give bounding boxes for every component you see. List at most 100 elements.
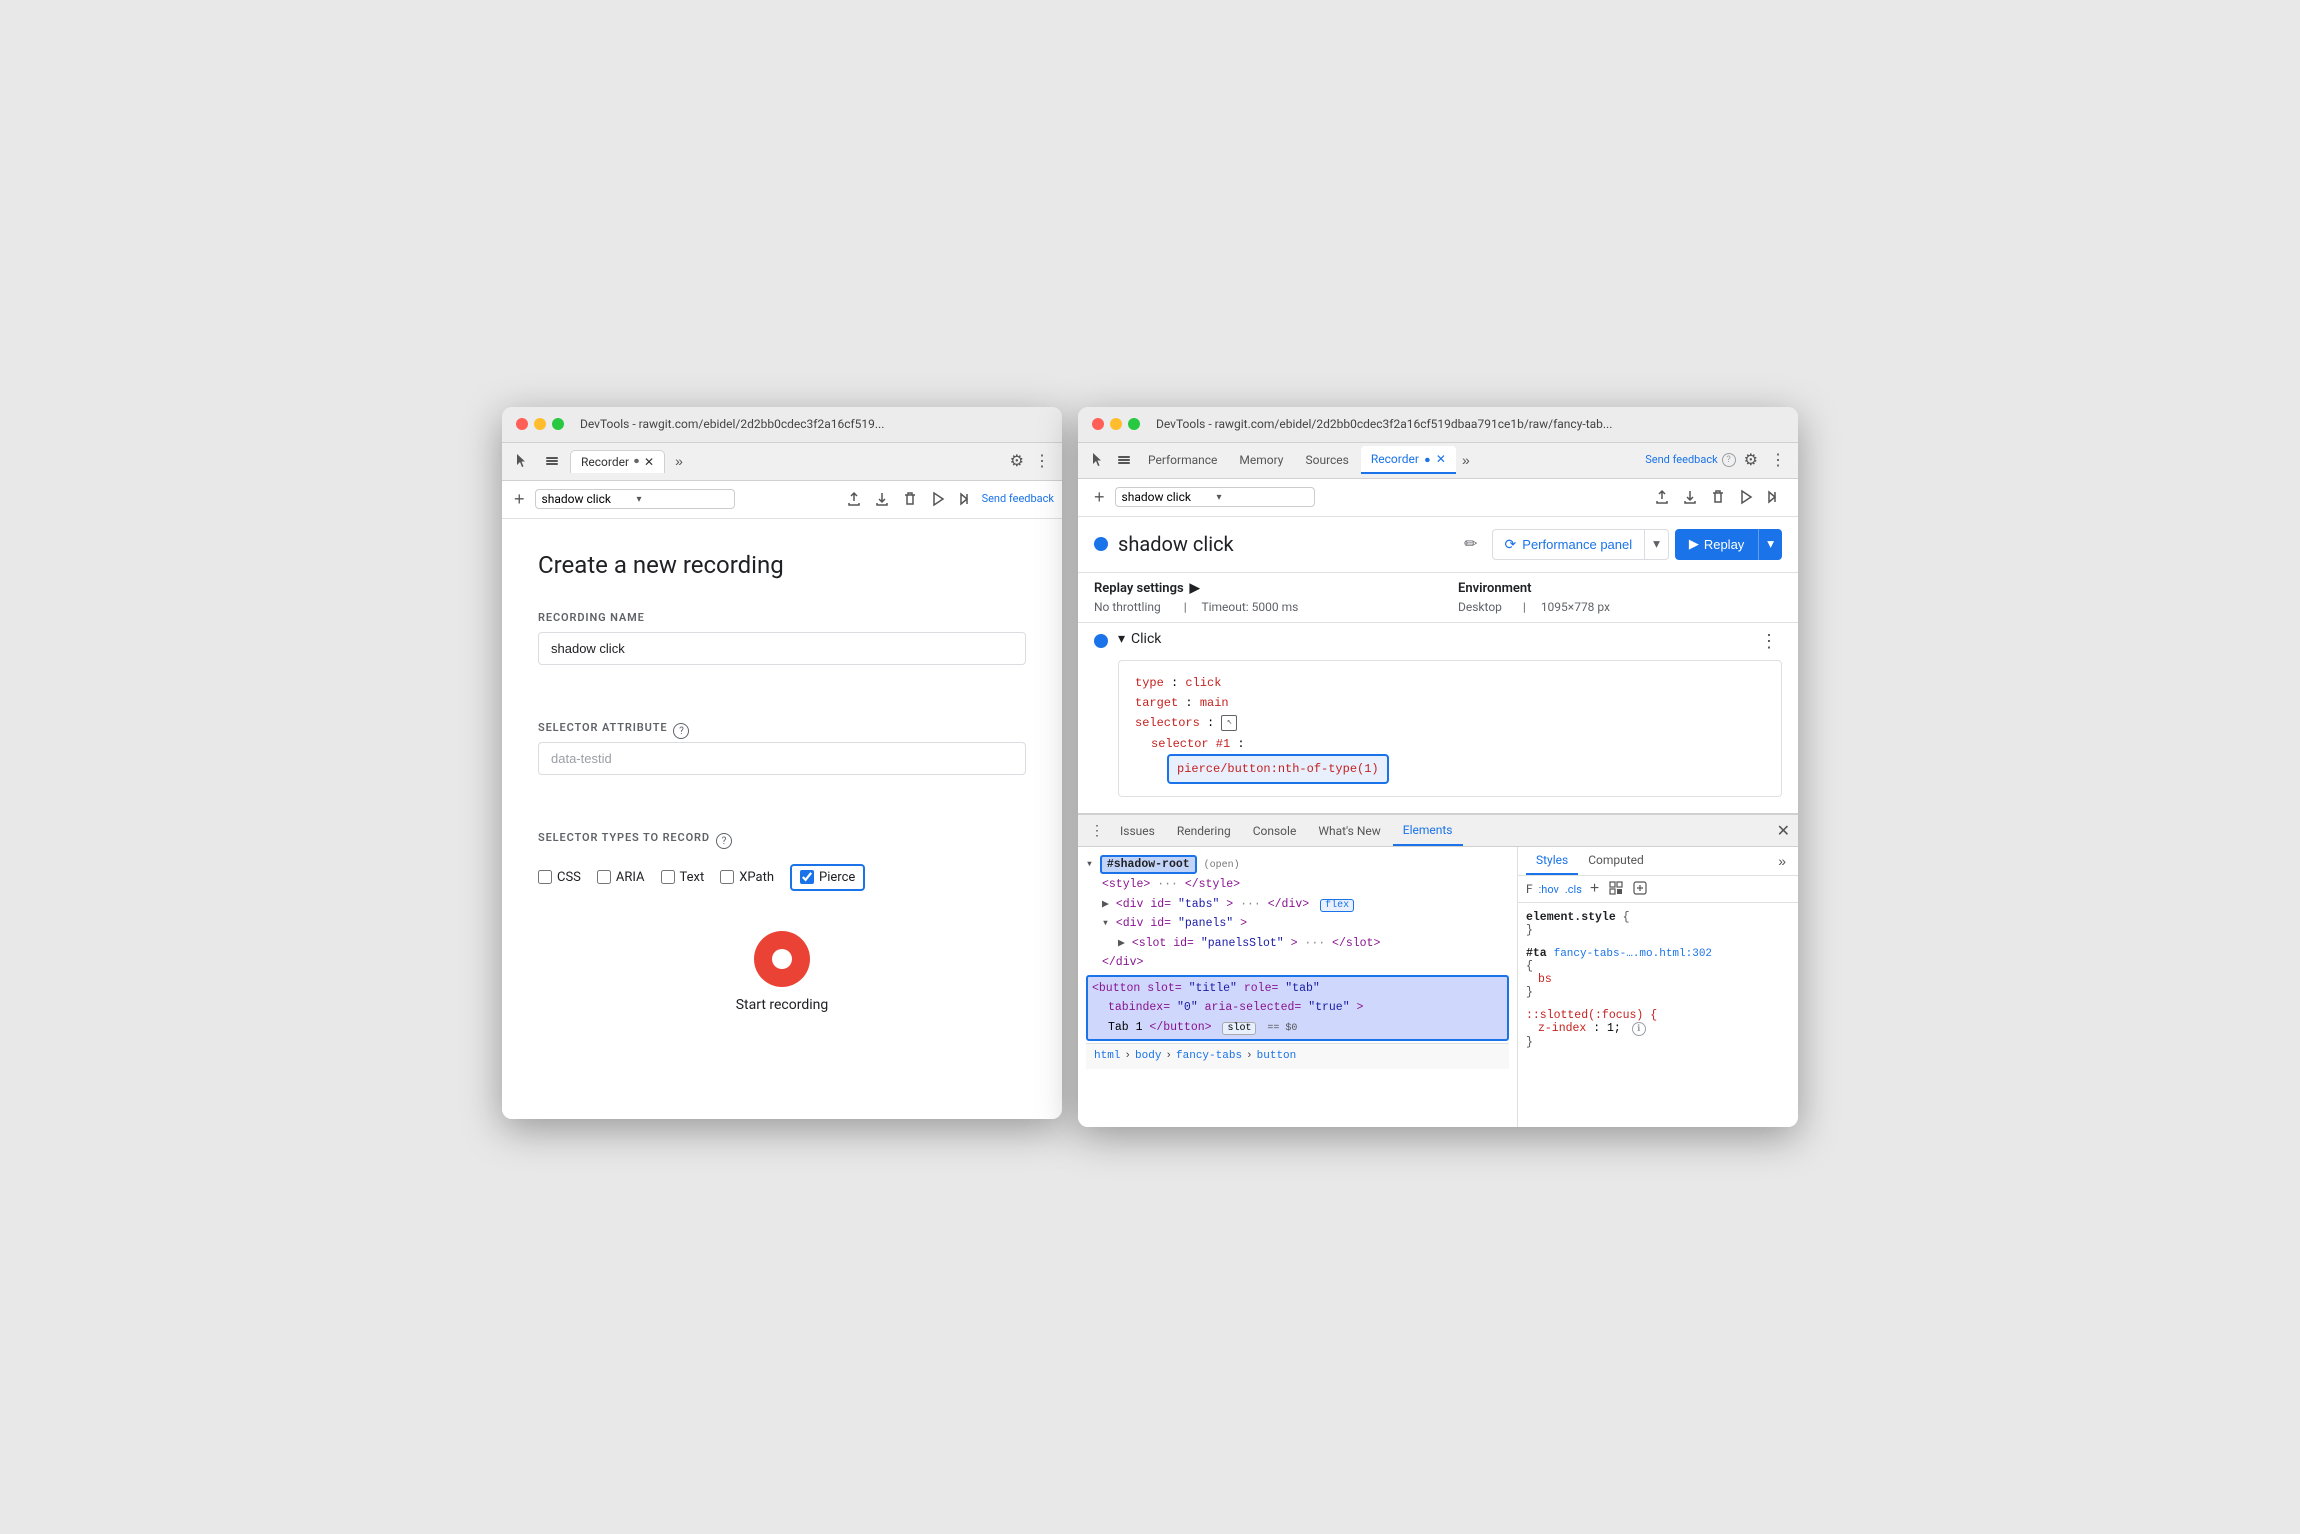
right-close-traffic-light[interactable]	[1092, 418, 1104, 430]
devtools-selector-icon: ↖	[1221, 715, 1237, 731]
right-recording-selector[interactable]: shadow click ▾	[1115, 487, 1315, 507]
right-play-btn[interactable]	[1734, 485, 1758, 509]
tab-elements[interactable]: Elements	[1393, 815, 1463, 846]
aria-checkbox-item[interactable]: ARIA	[597, 870, 645, 885]
dom-slot-line[interactable]: ▶ <slot id= "panelsSlot" > ··· </slot>	[1086, 934, 1509, 954]
pierce-checkbox-item[interactable]: Pierce	[800, 870, 855, 885]
dom-style-line[interactable]: <style> ··· </style>	[1086, 875, 1509, 895]
maximize-traffic-light[interactable]	[552, 418, 564, 430]
selector-value-highlight: pierce/button:nth-of-type(1)	[1167, 754, 1389, 784]
right-upload-btn[interactable]	[1650, 485, 1674, 509]
right-maximize-traffic-light[interactable]	[1128, 418, 1140, 430]
breadcrumb-button[interactable]: button	[1257, 1047, 1297, 1066]
css-checkbox[interactable]	[538, 870, 552, 884]
tab-issues[interactable]: Issues	[1110, 815, 1165, 846]
right-layers-btn[interactable]	[1112, 448, 1136, 472]
hov-label[interactable]: :hov	[1539, 883, 1559, 896]
breadcrumb-fancy-tabs[interactable]: fancy-tabs	[1176, 1047, 1242, 1066]
recorder-tab-close-right[interactable]: ✕	[1436, 452, 1446, 466]
perf-panel-dropdown-btn[interactable]: ▾	[1645, 529, 1669, 560]
right-delete-btn[interactable]	[1706, 485, 1730, 509]
perf-panel-label: Performance panel	[1522, 537, 1632, 552]
add-style-btn[interactable]: +	[1588, 880, 1601, 898]
right-settings-button[interactable]: ⚙	[1740, 446, 1762, 474]
styles-more-btn[interactable]: »	[1774, 847, 1790, 875]
dom-tabs-div-line[interactable]: ▶ <div id= "tabs" > ··· </div> flex	[1086, 895, 1509, 915]
step-expand[interactable]: ▾ Click	[1118, 631, 1746, 647]
aria-checkbox[interactable]	[597, 870, 611, 884]
bottom-more-btn[interactable]: ⋮	[1086, 822, 1108, 839]
settings-button[interactable]: ⚙	[1006, 447, 1028, 475]
main-style-open-brace: {	[1526, 960, 1533, 973]
selector-attr-input[interactable]	[538, 742, 1026, 775]
dom-triangle-shadow: ▾	[1086, 858, 1100, 871]
aria-label: ARIA	[616, 870, 645, 885]
breadcrumb-body[interactable]: body	[1135, 1047, 1161, 1066]
style-source-link[interactable]: fancy-tabs-….mo.html:302	[1554, 948, 1712, 960]
start-recording-button[interactable]	[754, 931, 810, 987]
pierce-checkbox[interactable]	[800, 870, 814, 884]
right-download-btn[interactable]	[1678, 485, 1702, 509]
right-more-options-button[interactable]: ⋮	[1766, 446, 1790, 474]
replay-dropdown-btn[interactable]: ▾	[1758, 529, 1782, 560]
left-titlebar: DevTools - rawgit.com/ebidel/2d2bb0cdec3…	[502, 407, 1062, 443]
send-feedback-link-left[interactable]: Send feedback	[982, 492, 1054, 505]
xpath-checkbox-item[interactable]: XPath	[720, 870, 774, 885]
dom-tabs-id-val: "tabs"	[1178, 898, 1219, 911]
step-arrow: ▾	[1118, 631, 1125, 647]
recording-selector[interactable]: shadow click ▾	[535, 489, 735, 509]
right-cursor-btn[interactable]	[1086, 448, 1110, 472]
new-style-rule-btn[interactable]	[1631, 881, 1649, 898]
tab-whats-new[interactable]: What's New	[1308, 815, 1390, 846]
tab-performance[interactable]: Performance	[1138, 447, 1227, 473]
right-new-recording-btn[interactable]: +	[1090, 483, 1109, 512]
step-button[interactable]	[954, 487, 978, 511]
recording-name-input[interactable]	[538, 632, 1026, 665]
recorder-tab[interactable]: Recorder ⏺ ✕	[570, 450, 665, 473]
right-minimize-traffic-light[interactable]	[1110, 418, 1122, 430]
performance-panel-button[interactable]: ⟳ Performance panel	[1492, 529, 1646, 560]
step-more-options-btn[interactable]: ⋮	[1756, 631, 1782, 652]
layers-icon-btn[interactable]	[540, 449, 564, 473]
text-checkbox[interactable]	[661, 870, 675, 884]
breadcrumb-html[interactable]: html	[1094, 1047, 1120, 1066]
dom-panels-div-line[interactable]: ▾ <div id= "panels" >	[1086, 914, 1509, 934]
more-options-button[interactable]: ⋮	[1030, 447, 1054, 475]
edit-recording-name-btn[interactable]: ✏	[1460, 530, 1481, 558]
replay-button[interactable]: ▶ Replay	[1675, 529, 1758, 560]
dom-end-div-line[interactable]: </div>	[1086, 953, 1509, 973]
selector-types-help-icon[interactable]: ?	[716, 833, 732, 849]
right-step-btn[interactable]	[1762, 485, 1786, 509]
dom-button-highlighted-block[interactable]: <button slot= "title" role= "tab" tabind…	[1086, 975, 1509, 1042]
tab-console[interactable]: Console	[1243, 815, 1307, 846]
tab-recorder[interactable]: Recorder ⏺ ✕	[1361, 446, 1456, 474]
dom-shadow-root-line[interactable]: ▾ #shadow-root (open)	[1086, 855, 1509, 875]
recorder-tab-close[interactable]: ✕	[644, 455, 654, 469]
new-recording-button[interactable]: +	[510, 485, 529, 514]
bottom-panel-close-btn[interactable]: ✕	[1777, 821, 1790, 841]
tab-memory[interactable]: Memory	[1229, 447, 1293, 473]
inspect-style-btn[interactable]	[1607, 881, 1625, 898]
help-icon-right[interactable]: ?	[1722, 453, 1736, 467]
text-checkbox-item[interactable]: Text	[661, 870, 705, 885]
computed-tab[interactable]: Computed	[1578, 847, 1654, 875]
right-more-tabs-btn[interactable]: »	[1458, 450, 1474, 470]
css-checkbox-item[interactable]: CSS	[538, 870, 581, 885]
selector-attr-help-icon[interactable]: ?	[673, 723, 689, 739]
z-index-info-icon[interactable]: ℹ	[1632, 1022, 1646, 1036]
xpath-checkbox[interactable]	[720, 870, 734, 884]
upload-button[interactable]	[842, 487, 866, 511]
tab-sources[interactable]: Sources	[1295, 447, 1358, 473]
cursor-icon-btn[interactable]	[510, 449, 534, 473]
more-tabs-button[interactable]: »	[671, 451, 687, 471]
send-feedback-link-right[interactable]: Send feedback	[1645, 453, 1717, 466]
play-button[interactable]	[926, 487, 950, 511]
close-traffic-light[interactable]	[516, 418, 528, 430]
cls-label[interactable]: .cls	[1565, 883, 1582, 896]
dom-panels-id-attr: id=	[1150, 917, 1171, 930]
download-button[interactable]	[870, 487, 894, 511]
tab-rendering[interactable]: Rendering	[1167, 815, 1241, 846]
minimize-traffic-light[interactable]	[534, 418, 546, 430]
delete-button[interactable]	[898, 487, 922, 511]
styles-tab[interactable]: Styles	[1526, 847, 1578, 875]
